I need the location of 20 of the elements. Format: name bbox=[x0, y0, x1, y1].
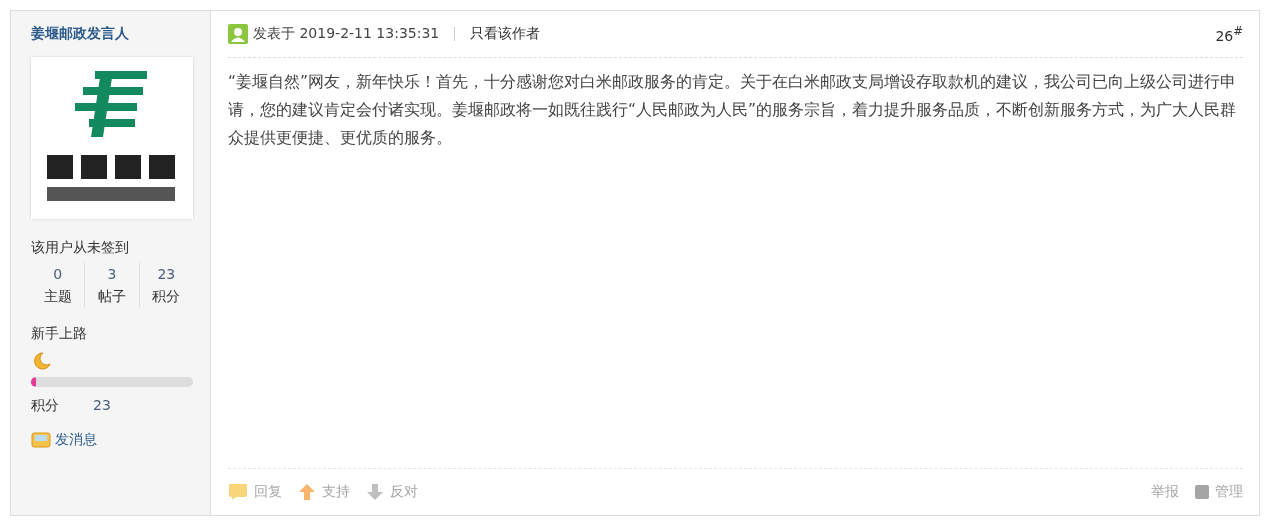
points-value: 23 bbox=[93, 397, 111, 415]
square-icon bbox=[1195, 485, 1209, 499]
envelope-icon bbox=[31, 432, 51, 448]
up-arrow-icon bbox=[298, 483, 316, 501]
speech-bubble-icon bbox=[228, 483, 248, 501]
post-date: 发表于 2019-2-11 13:35:31 bbox=[253, 25, 440, 43]
post-text: “姜堰自然”网友，新年快乐！首先，十分感谢您对白米邮政服务的肯定。关于在白米邮政支局增设存取款机的建议，我公司已向上级公司进行申请，您的建议肯定会付诸实现。姜堰邮政将一如既往践行“人民邮政为人民”的服务宗旨，着力提升服务品质，不断创新服务方式，为广大人民群众提供更便捷、更优质的服务。 bbox=[228, 72, 1238, 149]
stat-link[interactable]: 23 积分 bbox=[138, 263, 193, 307]
author-link[interactable]: 姜堰邮政发言人 bbox=[31, 25, 129, 43]
user-icon bbox=[228, 24, 248, 44]
stat-link[interactable]: 0 主题 bbox=[31, 263, 85, 307]
rank-title: 新手上路 bbox=[31, 325, 87, 343]
down-arrow-icon bbox=[366, 483, 384, 501]
points-label: 积分 bbox=[31, 397, 59, 415]
moon-icon bbox=[31, 351, 51, 371]
stat-link[interactable]: 3 帖子 bbox=[84, 263, 139, 307]
author-only-link[interactable]: 只看该作者 bbox=[470, 25, 541, 43]
checkin-status: 该用户从未签到 bbox=[31, 239, 129, 257]
message-link[interactable]: 发消息 bbox=[31, 431, 97, 449]
floor-number: 26$^{#}$ bbox=[1215, 24, 1243, 44]
